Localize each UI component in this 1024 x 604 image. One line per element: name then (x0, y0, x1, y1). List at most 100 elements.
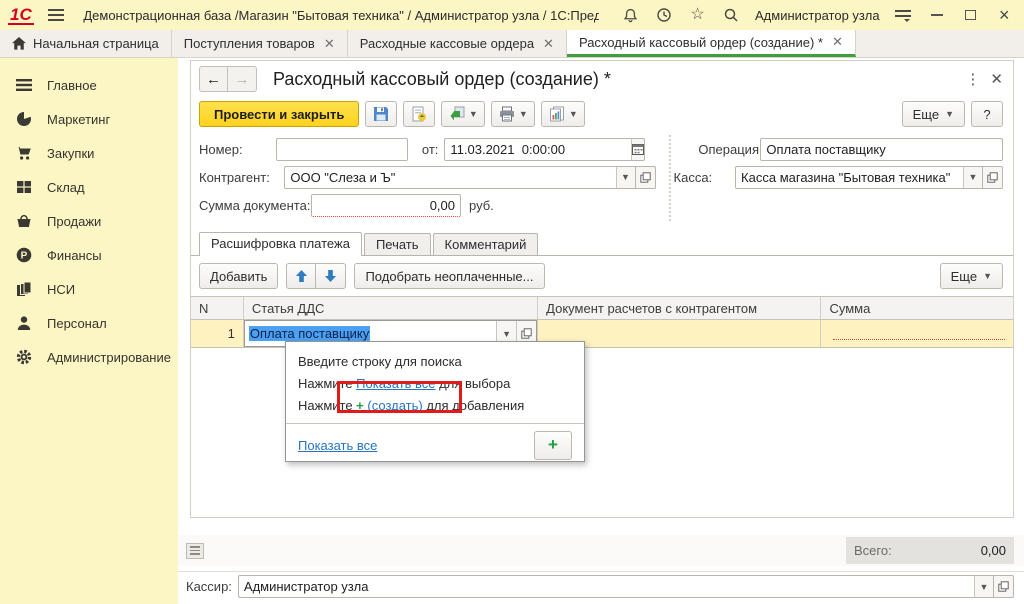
cell-sum[interactable] (821, 320, 1013, 347)
table-more-button[interactable]: Еще▼ (940, 263, 1003, 289)
help-button[interactable]: ? (971, 101, 1003, 127)
save-button[interactable] (365, 101, 397, 127)
maximize-button[interactable] (959, 3, 983, 27)
tab-home[interactable]: Начальная страница (0, 30, 172, 57)
column-divider (669, 135, 671, 221)
detail-tabs: Расшифровка платежа Печать Комментарий (191, 225, 1013, 256)
sidebar-item-nsi[interactable]: НСИ (0, 272, 178, 306)
forward-button[interactable]: → (228, 67, 256, 91)
sidebar-item-administration[interactable]: Администрирование (0, 340, 178, 374)
post-document-icon (411, 106, 427, 122)
open-link-icon (640, 172, 651, 183)
ruble-icon: Р (16, 247, 32, 263)
reports-button[interactable]: ▼ (541, 101, 585, 127)
tab-label: Поступления товаров (184, 36, 315, 51)
dropdown-arrow-icon: ▼ (945, 109, 954, 119)
sidebar-item-label: НСИ (47, 282, 75, 297)
calendar-button[interactable] (631, 138, 645, 161)
sidebar-item-label: Персонал (47, 316, 107, 331)
sidebar-item-label: Финансы (47, 248, 102, 263)
popup-hint-search: Введите строку для поиска (298, 351, 572, 373)
operation-input[interactable] (760, 138, 1003, 161)
form-close-icon[interactable]: ✕ (990, 70, 1003, 88)
open-link-icon (987, 172, 998, 183)
post-document-button[interactable] (403, 101, 435, 127)
close-window-button[interactable]: × (992, 3, 1016, 27)
print-button[interactable]: ▼ (491, 101, 535, 127)
create-link[interactable]: (создать) (367, 398, 422, 413)
total-box: Всего: 0,00 (846, 537, 1014, 564)
tab-cash-order-new[interactable]: Расходный кассовый ордер (создание) * ✕ (567, 30, 856, 57)
floppy-icon (373, 106, 389, 122)
form-menu-dots-icon[interactable]: ⋮ (955, 70, 990, 88)
form-title: Расходный кассовый ордер (создание) * (273, 69, 611, 90)
notifications-bell-icon[interactable] (619, 3, 643, 27)
favorites-star-icon[interactable]: ☆ (686, 3, 710, 27)
cashier-label: Кассир: (186, 579, 232, 594)
window-tabbar: Начальная страница Поступления товаров ✕… (0, 30, 1024, 58)
sidebar-item-finance[interactable]: Р Финансы (0, 238, 178, 272)
svg-text:Р: Р (21, 251, 28, 262)
move-row-down-button[interactable] (316, 263, 346, 289)
table-header-row[interactable]: N Статья ДДС Документ расчетов с контраг… (191, 297, 1013, 320)
create-new-button[interactable]: + (534, 431, 572, 460)
more-button[interactable]: Еще▼ (902, 101, 965, 127)
back-button[interactable]: ← (200, 67, 228, 91)
current-user[interactable]: Администратор узла (755, 8, 880, 23)
based-on-icon (449, 106, 465, 122)
grid-icon (16, 179, 32, 195)
move-row-up-button[interactable] (286, 263, 316, 289)
tab-print[interactable]: Печать (364, 233, 431, 255)
section-sidebar: Главное Маркетинг Закупки Склад Продажи … (0, 58, 178, 604)
pick-unpaid-button[interactable]: Подобрать неоплаченные... (354, 263, 544, 289)
cashier-dropdown-button[interactable]: ▼ (974, 575, 994, 598)
hamburger-menu-icon[interactable] (44, 3, 68, 27)
sidebar-item-personnel[interactable]: Персонал (0, 306, 178, 340)
cashdesk-open-button[interactable] (983, 166, 1003, 189)
show-all-link[interactable]: Показать все (356, 376, 435, 391)
tab-close-icon[interactable]: ✕ (324, 36, 335, 52)
cashier-open-button[interactable] (994, 575, 1014, 598)
arrow-up-icon (295, 269, 308, 283)
popup-hint-show-all: Нажмите Показать все для выбора (298, 373, 572, 395)
tab-payment-breakdown[interactable]: Расшифровка платежа (199, 232, 362, 256)
column-header-dds: Статья ДДС (244, 297, 538, 319)
cashier-input[interactable] (238, 575, 974, 598)
add-row-button[interactable]: Добавить (199, 263, 278, 289)
amount-input[interactable] (311, 194, 461, 217)
tab-cash-orders-list[interactable]: Расходные кассовые ордера ✕ (348, 30, 567, 57)
date-input[interactable] (444, 138, 631, 161)
search-icon[interactable] (719, 3, 743, 27)
minimize-button[interactable] (925, 3, 949, 27)
sidebar-item-main[interactable]: Главное (0, 68, 178, 102)
sidebar-item-sales[interactable]: Продажи (0, 204, 178, 238)
number-input[interactable] (276, 138, 408, 161)
sidebar-item-warehouse[interactable]: Склад (0, 170, 178, 204)
cashdesk-label: Касса: (674, 170, 736, 185)
counterparty-open-button[interactable] (636, 166, 656, 189)
list-icon[interactable] (186, 543, 204, 559)
cashdesk-dropdown-button[interactable]: ▼ (963, 166, 983, 189)
post-and-close-button[interactable]: Провести и закрыть (199, 101, 359, 127)
dropdown-arrow-icon: ▼ (519, 109, 528, 119)
show-all-button-link[interactable]: Показать все (298, 438, 377, 453)
tab-comment[interactable]: Комментарий (433, 233, 539, 255)
cell-row-number: 1 (191, 320, 244, 347)
sidebar-item-label: Закупки (47, 146, 94, 161)
cart-icon (16, 145, 32, 161)
counterparty-input[interactable] (284, 166, 615, 189)
1c-logo-icon: 1С (8, 6, 34, 25)
sidebar-item-purchases[interactable]: Закупки (0, 136, 178, 170)
popup-hint-create: Нажмите + (создать) для добавления (298, 395, 572, 417)
history-icon[interactable] (652, 3, 676, 27)
tab-goods-receipts[interactable]: Поступления товаров ✕ (172, 30, 348, 57)
create-based-on-button[interactable]: ▼ (441, 101, 485, 127)
tab-close-icon[interactable]: ✕ (543, 36, 554, 52)
tab-close-icon[interactable]: ✕ (832, 34, 843, 50)
service-menu-icon[interactable] (892, 3, 916, 27)
counterparty-dropdown-button[interactable]: ▼ (616, 166, 636, 189)
required-sum-underline (833, 328, 1005, 340)
sidebar-item-marketing[interactable]: Маркетинг (0, 102, 178, 136)
cashdesk-input[interactable] (735, 166, 963, 189)
totals-bar: Всего: 0,00 (178, 535, 1024, 566)
